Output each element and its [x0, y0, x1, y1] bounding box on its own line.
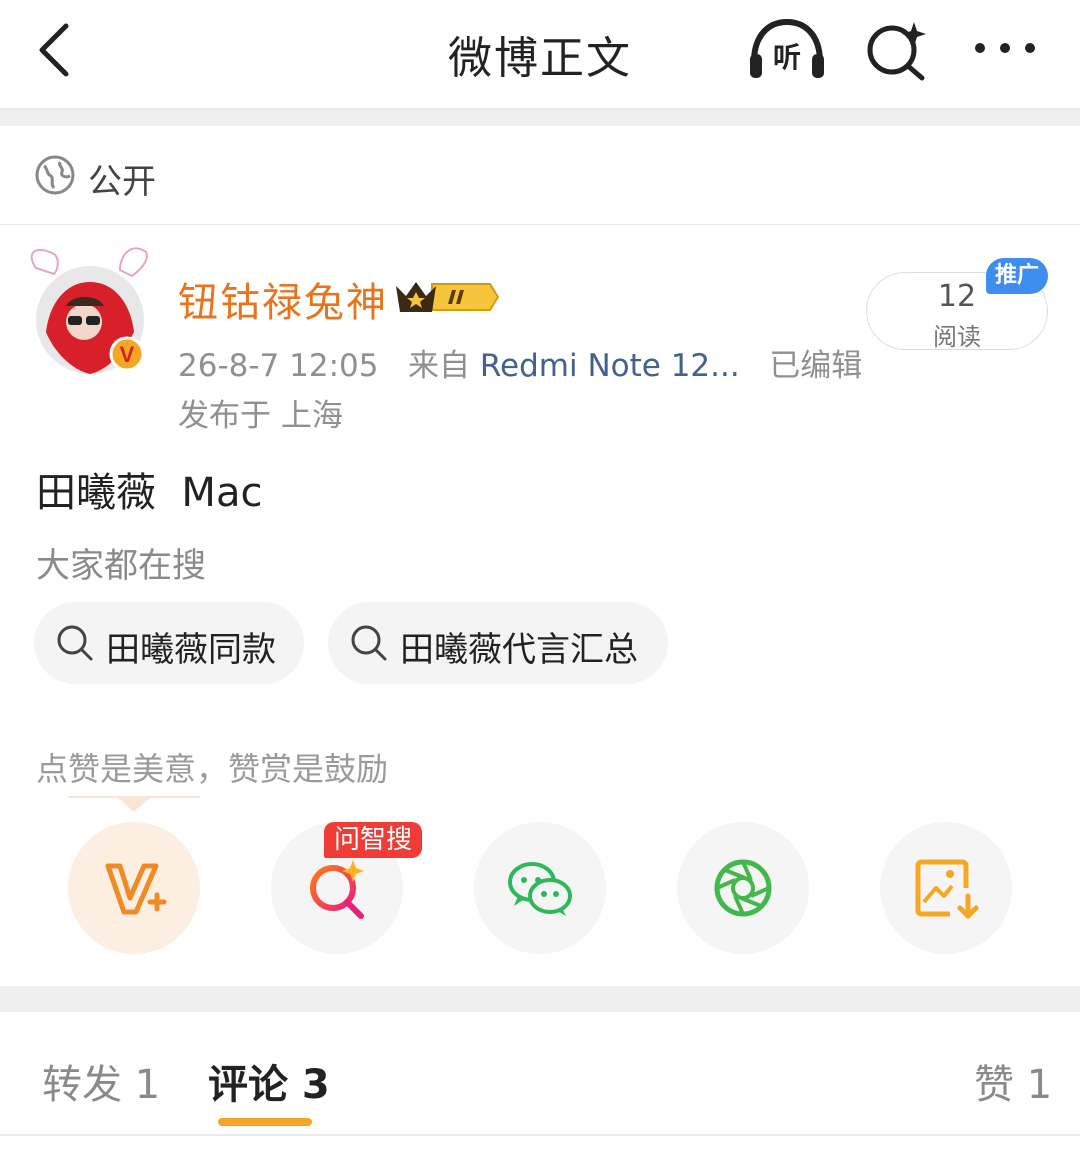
search-chip[interactable]: 田曦薇同款: [34, 602, 304, 684]
trending-search-heading: 大家都在搜: [36, 546, 206, 586]
globe-icon: [35, 155, 75, 195]
v-plus-icon: [105, 863, 167, 915]
avatar[interactable]: V: [24, 240, 154, 380]
moments-icon: [714, 859, 772, 917]
listen-button[interactable]: 听: [746, 16, 828, 82]
more-button[interactable]: [970, 28, 1040, 68]
top-bar: 微博正文 听: [0, 0, 1080, 110]
section-divider: [0, 986, 1080, 1012]
read-label: 阅读: [933, 323, 981, 351]
post-body: 田曦薇 Mac: [36, 470, 263, 516]
search-chip[interactable]: 田曦薇代言汇总: [328, 602, 668, 684]
tip-pointer-arrow: [118, 798, 150, 812]
post-location: 发布于 上海: [178, 398, 343, 434]
listen-label: 听: [772, 41, 801, 74]
tab-like[interactable]: 赞 1: [974, 1052, 1052, 1110]
source-link[interactable]: Redmi Note 12...: [480, 348, 740, 384]
tab-divider: [0, 1134, 1080, 1136]
post-time: 26-8-7 12:05: [178, 348, 379, 384]
wechat-icon: [508, 862, 572, 916]
visibility-row: 公开: [0, 126, 1080, 225]
share-moments-button[interactable]: [677, 822, 809, 954]
search-chip-label: 田曦薇同款: [106, 630, 276, 670]
edited-label[interactable]: 已编辑: [769, 348, 862, 384]
post-meta: 26-8-7 12:05 来自 Redmi Note 12... 已编辑: [178, 340, 862, 385]
save-image-button[interactable]: [880, 822, 1012, 954]
crown-icon: [396, 282, 500, 312]
appreciate-text: 点赞是美意，赞赏是鼓励: [36, 750, 389, 788]
ai-search-button[interactable]: [862, 18, 932, 82]
visibility-label: 公开: [88, 162, 156, 202]
save-image-icon: [915, 859, 979, 919]
share-wechat-button[interactable]: [474, 822, 606, 954]
section-divider: [0, 110, 1080, 126]
avatar-image: V: [30, 247, 148, 374]
tab-comment[interactable]: 评论 3: [208, 1052, 330, 1110]
search-icon: [351, 625, 387, 661]
ai-search-tag: 问智搜: [324, 822, 422, 858]
promo-tag[interactable]: 推广: [986, 258, 1048, 294]
member-crown-icon[interactable]: [394, 276, 502, 318]
more-icon: [975, 43, 1035, 53]
v-plus-button[interactable]: [68, 822, 200, 954]
ai-search-icon: [867, 22, 926, 81]
search-icon: [57, 625, 93, 661]
search-chip-label: 田曦薇代言汇总: [400, 630, 638, 670]
author-name[interactable]: 钮钴禄兔神: [178, 270, 388, 328]
verified-badge: V: [120, 342, 135, 367]
ai-search-icon: [310, 860, 364, 919]
tab-repost[interactable]: 转发 1: [42, 1052, 160, 1110]
source-prefix: 来自: [408, 348, 471, 384]
active-tab-indicator: [218, 1118, 312, 1126]
